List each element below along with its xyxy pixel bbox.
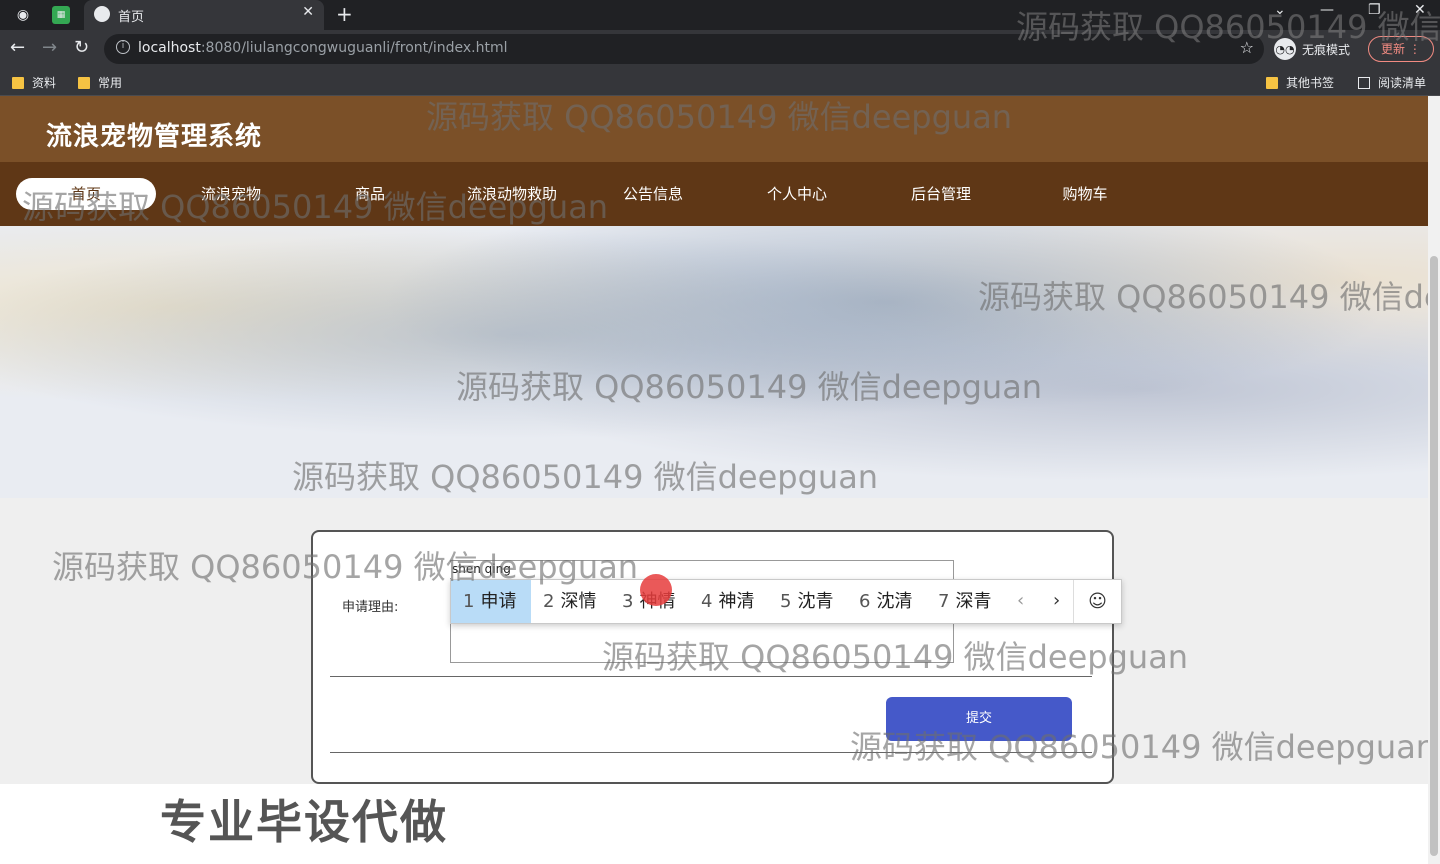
ime-candidate-window: 1申请 2深情 3神情 4神清 5沈青 6沈清 7深青 ‹ › ☺ xyxy=(450,579,1122,624)
site-title: 流浪宠物管理系统 xyxy=(46,122,263,152)
form-divider xyxy=(330,676,1092,677)
submit-button[interactable]: 提交 xyxy=(886,697,1072,741)
bookmark-star-icon[interactable]: ☆ xyxy=(1240,38,1254,57)
hero-banner-image xyxy=(0,226,1428,498)
url-bar[interactable]: i localhost:8080/liulangcongwuguanli/fro… xyxy=(104,34,1264,64)
incognito-icon: ◔◔ xyxy=(1274,38,1296,60)
bookmark-label: 其他书签 xyxy=(1286,76,1335,90)
ime-candidate[interactable]: 1 申请 xyxy=(451,580,531,623)
emoji-icon[interactable]: ☺ xyxy=(1073,580,1121,623)
reason-label: 申请理由: xyxy=(342,600,399,615)
nav-item-goods[interactable]: 商品 xyxy=(320,178,420,210)
candidate-text: 深青 xyxy=(955,591,992,612)
site-info-icon[interactable]: i xyxy=(116,40,130,54)
chrome-menu-icon[interactable]: ◉ xyxy=(12,4,34,26)
active-tab[interactable]: 首页 ✕ xyxy=(84,0,324,30)
chevron-right-icon[interactable]: › xyxy=(1053,590,1060,611)
form-divider xyxy=(330,752,1092,753)
url-path: :8080/liulangcongwuguanli/front/index.ht… xyxy=(200,40,508,56)
url-host: localhost xyxy=(138,40,201,56)
minimize-button[interactable]: — xyxy=(1320,2,1334,18)
ime-candidate[interactable]: 6 沈清 xyxy=(847,580,926,623)
bookmark-label: 阅读清单 xyxy=(1378,76,1427,90)
reload-icon[interactable]: ↻ xyxy=(74,38,89,58)
site-header: 流浪宠物管理系统 xyxy=(0,96,1428,162)
close-window-button[interactable]: ✕ xyxy=(1414,2,1426,18)
ime-pinyin-composition: shen qing xyxy=(450,562,513,578)
candidate-text: 深情 xyxy=(560,591,597,612)
other-bookmarks[interactable]: 其他书签 xyxy=(1266,74,1334,91)
folder-icon xyxy=(1266,76,1278,89)
nav-item-notices[interactable]: 公告信息 xyxy=(604,178,702,210)
bookmark-folder-ziliao[interactable]: 资料 xyxy=(12,74,56,91)
candidate-text: 沈青 xyxy=(797,591,834,612)
ime-candidate[interactable]: 7 深青 xyxy=(926,580,1005,623)
folder-icon xyxy=(12,76,24,89)
candidate-number: 2 xyxy=(543,591,555,612)
candidate-number: 6 xyxy=(859,591,871,612)
reading-list[interactable]: 阅读清单 xyxy=(1358,74,1426,91)
nav-item-profile[interactable]: 个人中心 xyxy=(748,178,846,210)
candidate-number: 1 xyxy=(463,591,475,612)
address-toolbar: ← → ↻ i localhost:8080/liulangcongwuguan… xyxy=(0,30,1440,68)
ime-candidate[interactable]: 4 神清 xyxy=(689,580,768,623)
restore-button[interactable]: ❐ xyxy=(1368,2,1381,18)
tab-title: 首页 xyxy=(118,10,145,25)
candidate-number: 7 xyxy=(938,591,950,612)
reading-list-icon xyxy=(1358,76,1370,89)
web-page: 流浪宠物管理系统 首页 流浪宠物 商品 流浪动物救助 公告信息 个人中心 后台管… xyxy=(0,96,1428,864)
incognito-indicator[interactable]: ◔◔ 无痕模式 xyxy=(1274,35,1350,63)
nav-item-admin[interactable]: 后台管理 xyxy=(892,178,990,210)
ime-candidate[interactable]: 2 深情 xyxy=(531,580,610,623)
chevron-left-icon[interactable]: ‹ xyxy=(1017,590,1024,611)
update-label: 更新 xyxy=(1381,42,1406,56)
nav-item-rescue[interactable]: 流浪动物救助 xyxy=(448,178,576,210)
candidate-number: 4 xyxy=(701,591,713,612)
candidate-number: 5 xyxy=(780,591,792,612)
nav-item-cart[interactable]: 购物车 xyxy=(1036,178,1134,210)
nav-item-home[interactable]: 首页 xyxy=(16,178,156,210)
candidate-text: 沈清 xyxy=(876,591,913,612)
sheets-tab-icon[interactable]: ▦ xyxy=(52,6,70,24)
browser-tab-bar: ◉ ▦ 首页 ✕ + ⌄ — ❐ ✕ xyxy=(0,0,1440,30)
bookmark-label: 常用 xyxy=(98,76,123,90)
folder-icon xyxy=(78,76,90,89)
forward-icon[interactable]: → xyxy=(42,38,57,58)
tab-search-icon[interactable]: ⌄ xyxy=(1274,2,1286,18)
bookmark-folder-changyong[interactable]: 常用 xyxy=(78,74,122,91)
scrollbar-thumb[interactable] xyxy=(1430,256,1438,856)
candidate-text: 申请 xyxy=(480,591,517,612)
bookmarks-bar: 资料 常用 其他书签 阅读清单 xyxy=(0,68,1440,96)
candidate-text: 神清 xyxy=(718,591,755,612)
mouse-cursor-highlight xyxy=(640,574,672,606)
close-tab-icon[interactable]: ✕ xyxy=(302,4,314,20)
back-icon[interactable]: ← xyxy=(10,38,25,58)
update-button[interactable]: 更新 ⋮ xyxy=(1368,36,1434,62)
new-tab-button[interactable]: + xyxy=(336,2,353,26)
nav-item-stray-pets[interactable]: 流浪宠物 xyxy=(176,178,286,210)
page-scrollbar[interactable] xyxy=(1428,96,1440,864)
promo-text: 专业毕设代做 xyxy=(160,795,448,849)
ime-candidate[interactable]: 5 沈青 xyxy=(768,580,847,623)
globe-icon xyxy=(94,6,110,22)
candidate-number: 3 xyxy=(622,591,634,612)
bookmark-label: 资料 xyxy=(32,76,57,90)
incognito-label: 无痕模式 xyxy=(1302,42,1351,57)
